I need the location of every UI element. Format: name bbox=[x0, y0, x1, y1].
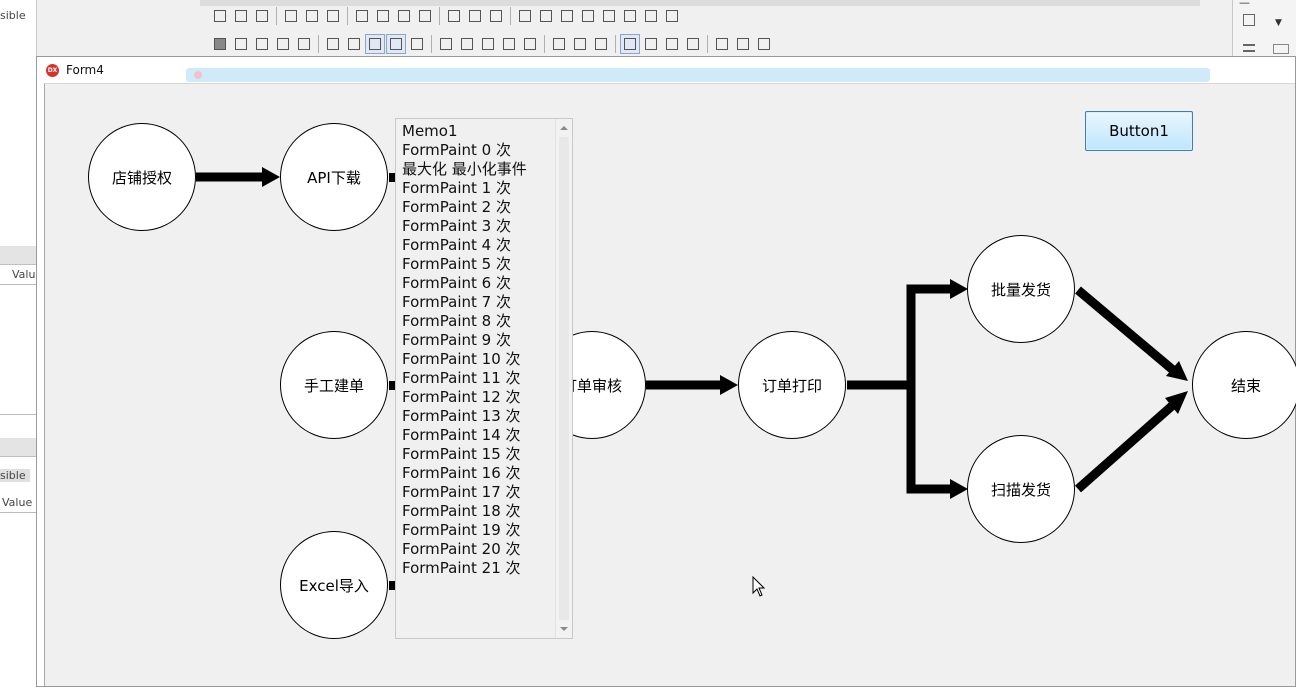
memo-line: FormPaint 16 次 bbox=[402, 464, 521, 482]
node-api-download[interactable]: API下载 bbox=[280, 123, 388, 231]
memo-line: FormPaint 14 次 bbox=[402, 426, 521, 444]
arrow-batch-to-end bbox=[1075, 286, 1176, 374]
memo-line: FormPaint 13 次 bbox=[402, 407, 521, 425]
arrowhead-scan bbox=[950, 479, 968, 499]
node-end[interactable]: 结束 bbox=[1192, 331, 1296, 439]
node-order-print[interactable]: 订单打印 bbox=[738, 331, 846, 439]
mouse-cursor-icon bbox=[752, 576, 766, 597]
memo-line: FormPaint 2 次 bbox=[402, 198, 511, 216]
memo-line: 最大化 最小化事件 bbox=[402, 160, 527, 178]
node-manual-order[interactable]: 手工建单 bbox=[280, 331, 388, 439]
node-scan-ship[interactable]: 扫描发货 bbox=[967, 435, 1075, 543]
scroll-down-icon[interactable] bbox=[560, 627, 568, 631]
arrow-scan-to-end bbox=[1075, 401, 1176, 493]
node-batch-ship[interactable]: 批量发货 bbox=[967, 235, 1075, 343]
memo-scrollbar[interactable] bbox=[555, 119, 572, 638]
memo-line: FormPaint 8 次 bbox=[402, 312, 511, 330]
arrowhead-api bbox=[262, 167, 280, 187]
memo-line: FormPaint 5 次 bbox=[402, 255, 511, 273]
memo-line: FormPaint 3 次 bbox=[402, 217, 511, 235]
scroll-track[interactable] bbox=[559, 137, 569, 620]
memo-line: FormPaint 6 次 bbox=[402, 274, 511, 292]
memo-lines: Memo1 FormPaint 0 次 最大化 最小化事件 FormPaint … bbox=[402, 122, 552, 578]
memo-line: Memo1 bbox=[402, 122, 458, 140]
arrow-print-to-batch bbox=[847, 284, 950, 390]
memo-line: FormPaint 7 次 bbox=[402, 293, 511, 311]
memo1[interactable]: Memo1 FormPaint 0 次 最大化 最小化事件 FormPaint … bbox=[395, 118, 573, 639]
memo-line: FormPaint 15 次 bbox=[402, 445, 521, 463]
node-store-auth[interactable]: 店铺授权 bbox=[88, 123, 196, 231]
arrow-print-to-scan bbox=[906, 385, 950, 494]
memo-line: FormPaint 17 次 bbox=[402, 483, 521, 501]
arrowhead-batch bbox=[950, 279, 968, 299]
memo-line: FormPaint 0 次 bbox=[402, 141, 511, 159]
memo-line: FormPaint 12 次 bbox=[402, 388, 521, 406]
button1[interactable]: Button1 bbox=[1085, 111, 1193, 151]
memo-line: FormPaint 9 次 bbox=[402, 331, 511, 349]
memo-line: FormPaint 11 次 bbox=[402, 369, 521, 387]
memo-line: FormPaint 18 次 bbox=[402, 502, 521, 520]
memo-line: FormPaint 20 次 bbox=[402, 540, 521, 558]
memo-line: FormPaint 19 次 bbox=[402, 521, 521, 539]
memo-line: FormPaint 21 次 bbox=[402, 559, 521, 577]
scroll-up-icon[interactable] bbox=[560, 126, 568, 130]
memo-line: FormPaint 1 次 bbox=[402, 179, 511, 197]
node-excel-import[interactable]: Excel导入 bbox=[280, 531, 388, 639]
flow-arrows bbox=[196, 167, 1188, 499]
memo-line: FormPaint 10 次 bbox=[402, 350, 521, 368]
arrowhead-print bbox=[720, 375, 738, 395]
memo-line: FormPaint 4 次 bbox=[402, 236, 511, 254]
